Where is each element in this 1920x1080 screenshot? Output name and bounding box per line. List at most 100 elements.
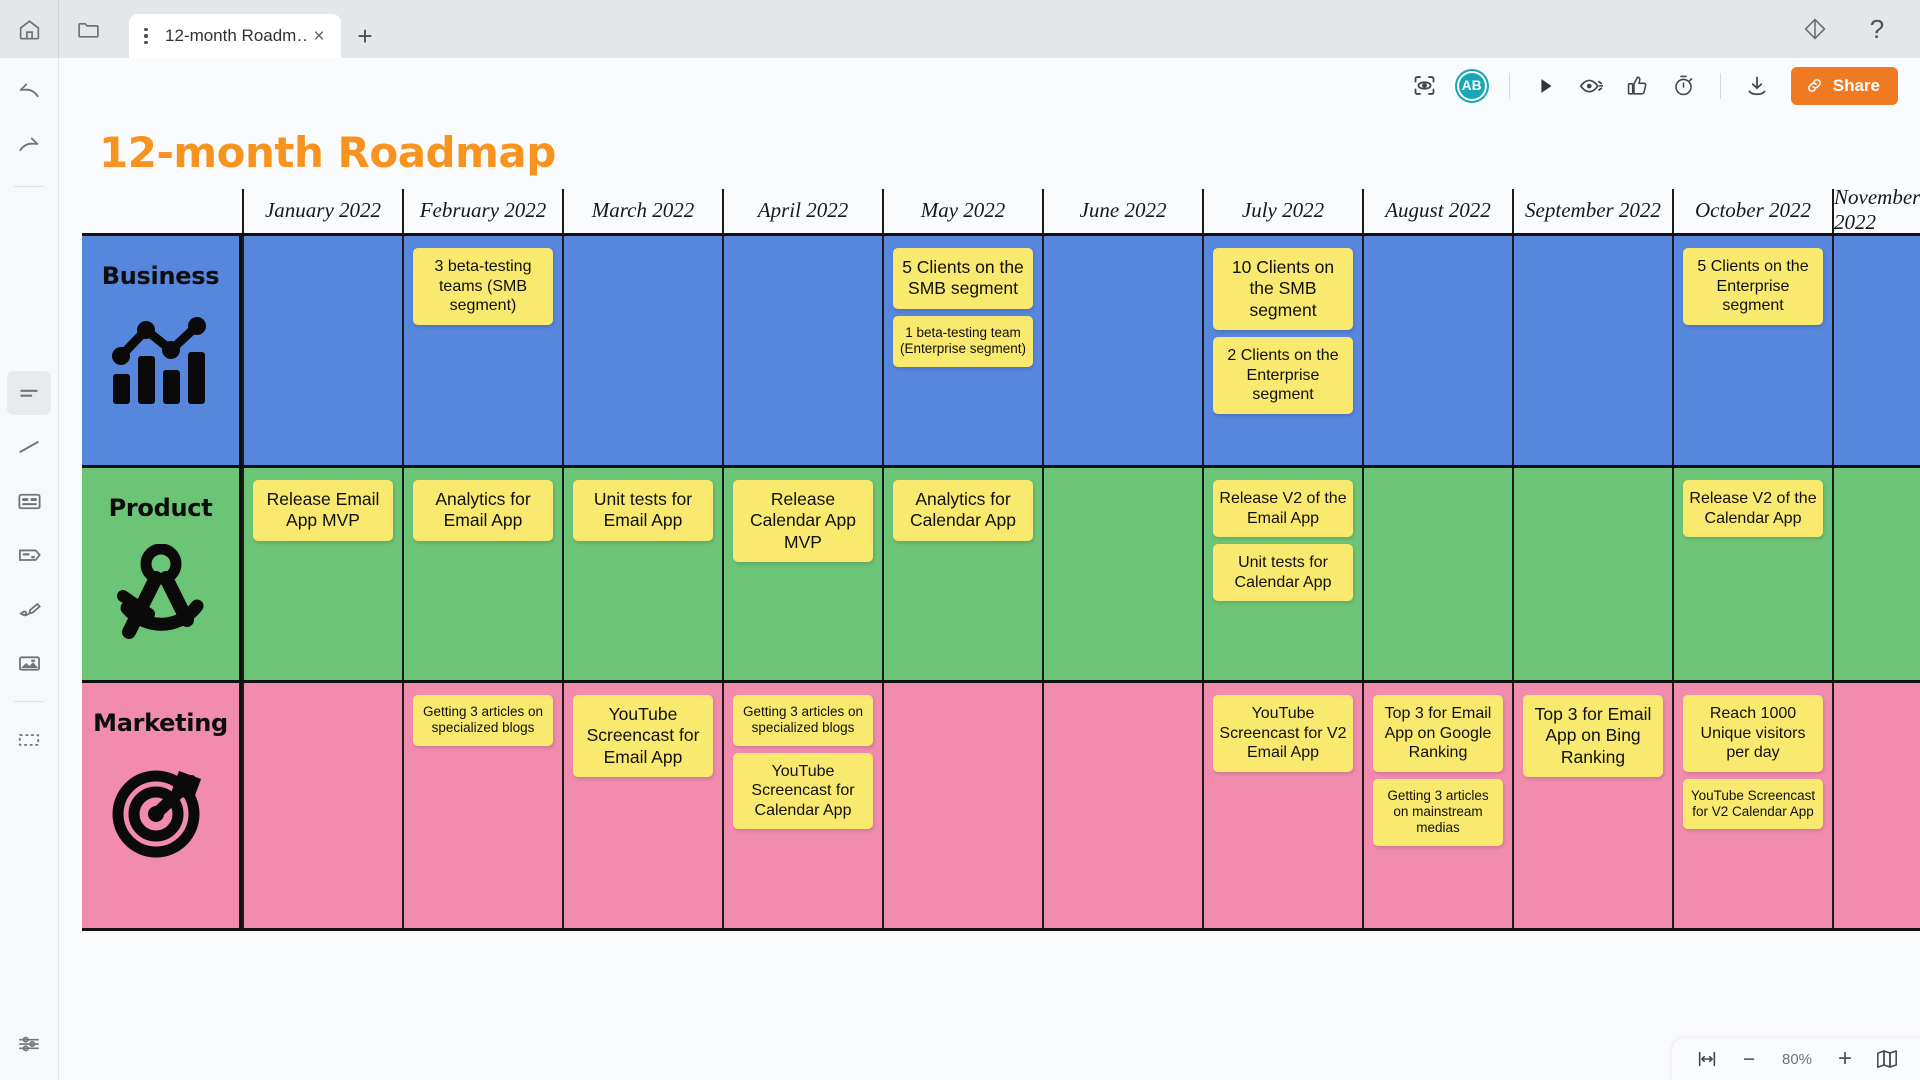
folder-button[interactable] bbox=[59, 0, 117, 58]
sticky-note[interactable]: 1 beta-testing team (Enterprise segment) bbox=[893, 315, 1033, 367]
roadmap-cell[interactable] bbox=[1832, 683, 1920, 928]
roadmap-cell[interactable]: Release V2 of the Email App Unit tests fo… bbox=[1202, 468, 1362, 680]
roadmap-cell[interactable] bbox=[1832, 468, 1920, 680]
avatar[interactable]: AB bbox=[1454, 68, 1489, 103]
sticky-note[interactable]: Top 3 for Email App on Google Ranking bbox=[1373, 695, 1503, 772]
sticky-note[interactable]: Top 3 for Email App on Bing Ranking bbox=[1523, 695, 1663, 778]
close-icon[interactable]: × bbox=[307, 24, 331, 48]
sticky-note[interactable]: 10 Clients on the SMB segment bbox=[1213, 248, 1353, 331]
roadmap-cell[interactable] bbox=[1512, 236, 1672, 465]
pen-tool-button[interactable] bbox=[7, 587, 51, 631]
board-canvas[interactable]: 12-month Roadmap January 2022 February 20… bbox=[59, 113, 1920, 1080]
focus-mode-button[interactable] bbox=[1405, 67, 1445, 105]
board-tab[interactable]: 12-month Roadm… × bbox=[129, 14, 341, 58]
sticky-note[interactable]: 3 beta-testing teams (SMB segment) bbox=[413, 248, 553, 325]
sticky-note[interactable]: 5 Clients on the SMB segment bbox=[893, 248, 1033, 309]
row-label-marketing[interactable]: Marketing bbox=[82, 683, 242, 928]
zoom-in-button[interactable]: + bbox=[1832, 1046, 1858, 1072]
sticky-note[interactable]: Release Calendar App MVP bbox=[733, 480, 873, 563]
card-tool-button[interactable] bbox=[7, 479, 51, 523]
sticky-note[interactable]: YouTube Screencast for V2 Calendar App bbox=[1683, 778, 1823, 830]
roadmap-cell[interactable]: Analytics for Email App bbox=[402, 468, 562, 680]
roadmap-cell[interactable]: Analytics for Calendar App bbox=[882, 468, 1042, 680]
roadmap-cell[interactable]: Getting 3 articles on specialized blogs Y… bbox=[722, 683, 882, 928]
roadmap-cell[interactable]: YouTube Screencast for V2 Email App bbox=[1202, 683, 1362, 928]
roadmap-cell[interactable] bbox=[1362, 468, 1512, 680]
sticky-note[interactable]: Release V2 of the Email App bbox=[1213, 480, 1353, 538]
sticky-note[interactable]: Release V2 of the Calendar App bbox=[1683, 480, 1823, 538]
sticky-note[interactable]: Reach 1000 Unique visitors per day bbox=[1683, 695, 1823, 772]
sticky-note[interactable]: Analytics for Email App bbox=[413, 480, 553, 541]
sticky-note-tool-button[interactable] bbox=[7, 533, 51, 577]
settings-button[interactable] bbox=[7, 1022, 51, 1066]
home-button[interactable] bbox=[0, 0, 58, 58]
undo-button[interactable] bbox=[7, 72, 51, 116]
apps-button[interactable] bbox=[1786, 0, 1844, 58]
visibility-button[interactable] bbox=[1572, 67, 1612, 105]
roadmap-cell[interactable] bbox=[1042, 236, 1202, 465]
roadmap-cell[interactable] bbox=[242, 236, 402, 465]
frame-tool-button[interactable] bbox=[7, 718, 51, 762]
sticky-note[interactable]: Unit tests for Email App bbox=[573, 480, 713, 541]
roadmap-cell[interactable]: 10 Clients on the SMB segment 2 Clients o… bbox=[1202, 236, 1362, 465]
settings-sliders-icon bbox=[16, 1031, 42, 1057]
link-icon bbox=[1805, 76, 1824, 95]
sticky-note[interactable]: Getting 3 articles on mainstream medias bbox=[1373, 778, 1503, 846]
roadmap-cell[interactable]: Unit tests for Email App bbox=[562, 468, 722, 680]
roadmap-cell[interactable]: 3 beta-testing teams (SMB segment) bbox=[402, 236, 562, 465]
sticky-note[interactable]: Unit tests for Calendar App bbox=[1213, 544, 1353, 602]
present-button[interactable] bbox=[1526, 67, 1566, 105]
roadmap-cell[interactable]: YouTube Screencast for Email App bbox=[562, 683, 722, 928]
month-header-row: January 2022 February 2022 March 2022 April… bbox=[82, 175, 1920, 234]
download-button[interactable] bbox=[1737, 67, 1777, 105]
roadmap-cell[interactable] bbox=[1832, 236, 1920, 465]
sticky-note[interactable]: 2 Clients on the Enterprise segment bbox=[1213, 337, 1353, 414]
line-tool-button[interactable] bbox=[7, 425, 51, 469]
sticky-note[interactable]: YouTube Screencast for Email App bbox=[573, 695, 713, 778]
zoom-out-button[interactable]: − bbox=[1736, 1046, 1762, 1072]
focus-frame-icon bbox=[1411, 72, 1438, 99]
tab-menu-icon[interactable] bbox=[135, 22, 157, 50]
share-label: Share bbox=[1832, 75, 1880, 95]
sticky-note[interactable]: Release Email App MVP bbox=[253, 480, 393, 541]
roadmap-cell[interactable] bbox=[1042, 683, 1202, 928]
sticky-note[interactable]: YouTube Screencast for V2 Email App bbox=[1213, 695, 1353, 772]
sticky-note[interactable]: Getting 3 articles on specialized blogs bbox=[733, 695, 873, 746]
row-label-product[interactable]: Product bbox=[82, 468, 242, 680]
roadmap-cell[interactable]: Reach 1000 Unique visitors per day YouTub… bbox=[1672, 683, 1832, 928]
sticky-note[interactable]: Analytics for Calendar App bbox=[893, 480, 1033, 541]
roadmap-cell[interactable]: Release Email App MVP bbox=[242, 468, 402, 680]
roadmap-cell[interactable]: Top 3 for Email App on Bing Ranking bbox=[1512, 683, 1672, 928]
roadmap-row: Business 3 beta-testing teams (SMB segme… bbox=[82, 236, 1920, 468]
roadmap-cell[interactable] bbox=[1512, 468, 1672, 680]
minimap-button[interactable] bbox=[1874, 1046, 1900, 1072]
roadmap-cell[interactable]: 5 Clients on the Enterprise segment bbox=[1672, 236, 1832, 465]
help-button[interactable]: ? bbox=[1848, 0, 1906, 58]
timer-button[interactable] bbox=[1664, 67, 1704, 105]
roadmap-cell[interactable] bbox=[242, 683, 402, 928]
roadmap-cell[interactable] bbox=[1362, 236, 1512, 465]
roadmap-cell[interactable]: Release V2 of the Calendar App bbox=[1672, 468, 1832, 680]
new-tab-button[interactable]: + bbox=[341, 14, 389, 58]
roadmap-cell[interactable] bbox=[562, 236, 722, 465]
sticky-note[interactable]: Getting 3 articles on specialized blogs bbox=[413, 695, 553, 746]
month-header: July 2022 bbox=[1202, 189, 1362, 233]
roadmap-cell[interactable] bbox=[722, 236, 882, 465]
roadmap-cell[interactable] bbox=[882, 683, 1042, 928]
image-tool-button[interactable] bbox=[7, 641, 51, 685]
roadmap-cell[interactable]: Top 3 for Email App on Google Ranking Get… bbox=[1362, 683, 1512, 928]
roadmap-row: Product Release Email App MVP Analytics f… bbox=[82, 468, 1920, 683]
row-label-business[interactable]: Business bbox=[82, 236, 242, 465]
reactions-button[interactable] bbox=[1618, 67, 1658, 105]
roadmap-cell[interactable]: Getting 3 articles on specialized blogs bbox=[402, 683, 562, 928]
sticky-note[interactable]: YouTube Screencast for Calendar App bbox=[733, 752, 873, 830]
redo-button[interactable] bbox=[7, 126, 51, 170]
roadmap-cell[interactable]: 5 Clients on the SMB segment 1 beta-testi… bbox=[882, 236, 1042, 465]
sticky-note[interactable]: 5 Clients on the Enterprise segment bbox=[1683, 248, 1823, 325]
share-button[interactable]: Share bbox=[1790, 66, 1898, 105]
text-tool-button[interactable] bbox=[7, 371, 51, 415]
frame-tool-icon bbox=[16, 727, 42, 753]
fit-to-width-button[interactable] bbox=[1694, 1046, 1720, 1072]
roadmap-cell[interactable] bbox=[1042, 468, 1202, 680]
roadmap-cell[interactable]: Release Calendar App MVP bbox=[722, 468, 882, 680]
